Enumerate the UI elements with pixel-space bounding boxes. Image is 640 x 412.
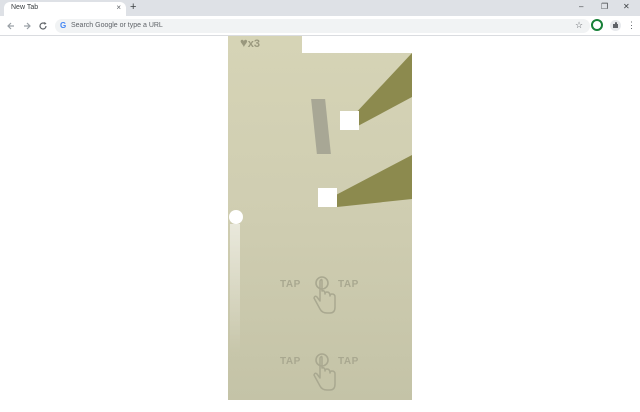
player-ball [229,210,243,224]
tap-label-left: TAP [280,356,301,367]
tap-label-right: TAP [338,356,359,367]
tap-label-right: TAP [338,279,359,290]
tap-label-left: TAP [280,279,301,290]
upper-ramp [352,53,412,127]
ball-trail [230,224,240,354]
lower-ramp [334,155,412,207]
tap-hand-icon [313,353,336,391]
tap-hint-row: TAP TAP [280,352,364,412]
white-block-lower [318,188,337,207]
tap-hint-row: TAP TAP [280,275,364,335]
white-block-upper [340,111,359,130]
tap-hand-icon [313,276,336,314]
